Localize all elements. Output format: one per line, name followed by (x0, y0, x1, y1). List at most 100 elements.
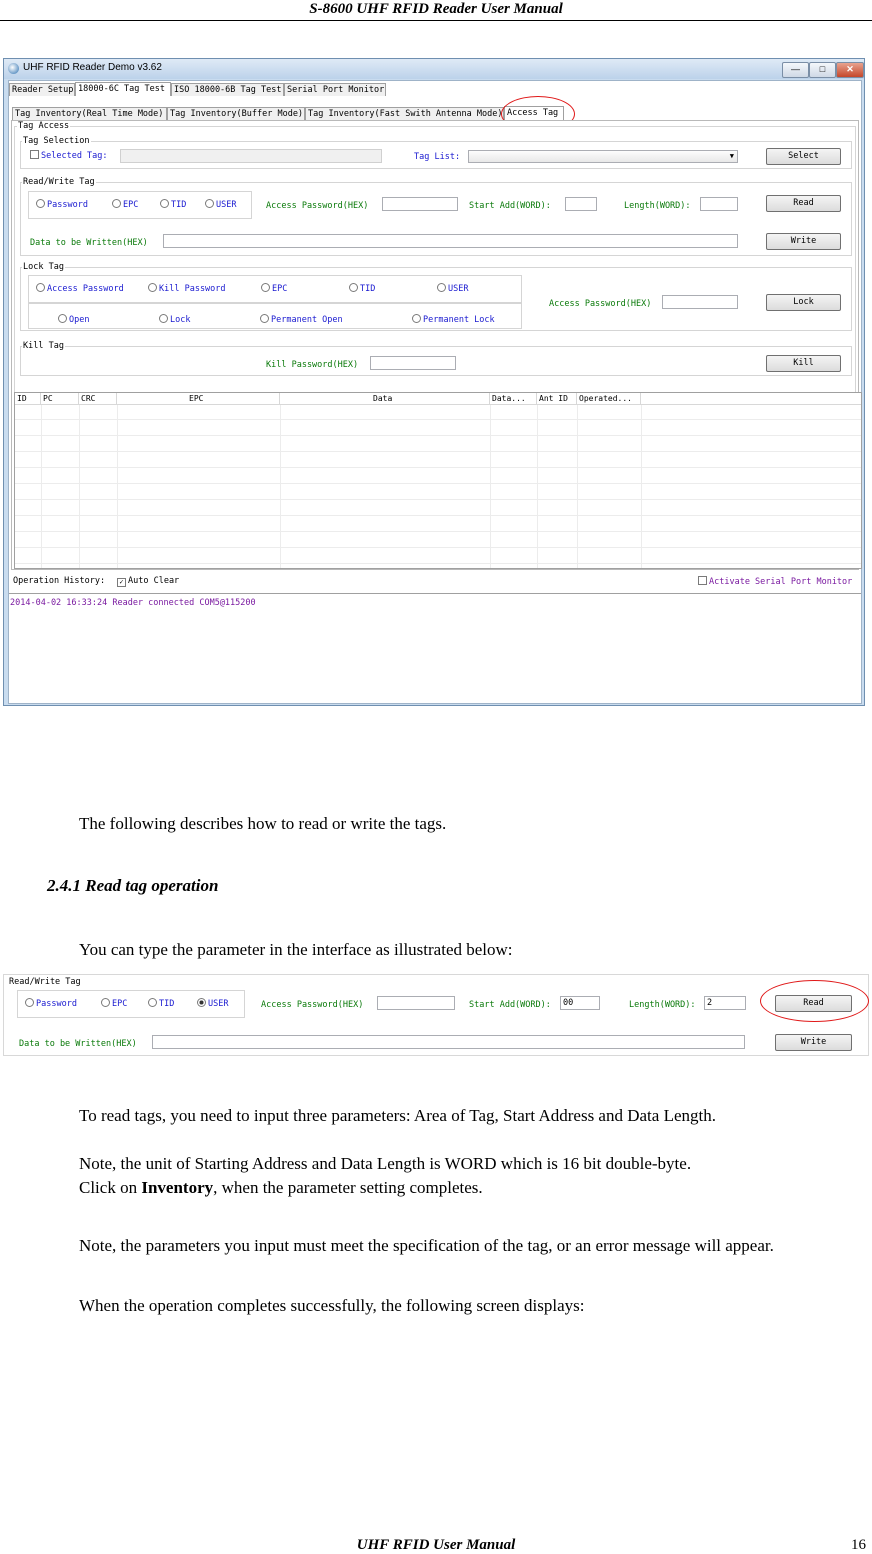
radio-icon (437, 283, 446, 292)
shot-radio-epc[interactable]: EPC (101, 998, 127, 1009)
lock-button[interactable]: Lock (766, 294, 841, 311)
tab-18000-6c[interactable]: 18000-6C Tag Test (75, 82, 171, 96)
results-table: ID PC CRC EPC Data Data... Ant ID Operat… (14, 392, 862, 569)
auto-clear-checkbox[interactable]: ✓ Auto Clear (117, 576, 179, 587)
window-title: UHF RFID Reader Demo v3.62 (23, 62, 162, 73)
paragraph: To read tags, you need to input three pa… (79, 1106, 716, 1125)
radio-lock-access-password[interactable]: Access Password (36, 283, 124, 294)
rw-access-password-label: Access Password(HEX) (266, 201, 369, 211)
radio-icon (101, 998, 110, 1007)
tab-reader-setup[interactable]: Reader Setup (9, 83, 75, 96)
kill-button[interactable]: Kill (766, 355, 841, 372)
column-header[interactable]: EPC (117, 393, 280, 405)
radio-icon (112, 199, 121, 208)
close-button[interactable]: ✕ (836, 62, 864, 78)
select-button[interactable]: Select (766, 148, 841, 165)
tab-inventory-realtime[interactable]: Tag Inventory(Real Time Mode) (12, 107, 167, 120)
shot-radio-password[interactable]: Password (25, 998, 77, 1009)
radio-lock[interactable]: Lock (159, 314, 190, 325)
rw-access-password-input[interactable] (382, 197, 458, 211)
shot-access-password-label: Access Password(HEX) (261, 1000, 364, 1010)
column-header[interactable]: ID (15, 393, 41, 405)
radio-selected-icon (197, 998, 206, 1007)
title-bar: UHF RFID Reader Demo v3.62 — □ ✕ (4, 59, 864, 79)
shot-data-to-write-label: Data to be Written(HEX) (19, 1039, 137, 1049)
radio-icon (58, 314, 67, 323)
column-header[interactable]: CRC (79, 393, 117, 405)
radio-permanent-lock[interactable]: Permanent Lock (412, 314, 495, 325)
minimize-button[interactable]: — (782, 62, 809, 78)
auto-clear-label: Auto Clear (128, 576, 180, 586)
shot-start-add-label: Start Add(WORD): (469, 1000, 551, 1010)
tab-inventory-fast[interactable]: Tag Inventory(Fast Swith Antenna Mode) (305, 107, 504, 120)
radio-icon (412, 314, 421, 323)
page-header: S-8600 UHF RFID Reader User Manual (0, 0, 872, 21)
radio-password[interactable]: Password (36, 199, 88, 210)
radio-lock-kill-password[interactable]: Kill Password (148, 283, 226, 294)
length-label: Length(WORD): (624, 201, 691, 211)
data-to-write-input[interactable] (163, 234, 738, 248)
read-button[interactable]: Read (766, 195, 841, 212)
tag-list-select[interactable]: ▼ (468, 150, 738, 163)
paragraph: Click on Inventory, when the parameter s… (79, 1176, 483, 1200)
maximize-button[interactable]: □ (809, 62, 836, 78)
radio-lock-tid[interactable]: TID (349, 283, 375, 294)
history-log[interactable]: 2014-04-02 16:33:24 Reader connected COM… (9, 593, 861, 704)
history-label: Operation History: (13, 576, 106, 586)
radio-icon (349, 283, 358, 292)
column-header[interactable]: Data... (490, 393, 537, 405)
radio-permanent-open[interactable]: Permanent Open (260, 314, 343, 325)
tab-iso-18000-6b[interactable]: ISO 18000-6B Tag Test (171, 83, 284, 96)
inventory-keyword: Inventory (141, 1178, 214, 1197)
shot-radio-tid[interactable]: TID (148, 998, 174, 1009)
column-header[interactable]: Operated... (577, 393, 641, 405)
kill-tag-label: Kill Tag (22, 341, 65, 351)
radio-lock-tid-label: TID (360, 284, 376, 294)
radio-open-label: Open (69, 315, 90, 325)
column-header[interactable]: Data (280, 393, 490, 405)
app-window: UHF RFID Reader Demo v3.62 — □ ✕ Reader … (3, 58, 865, 706)
shot-radio-user-label: USER (208, 999, 229, 1009)
radio-icon (25, 998, 34, 1007)
column-header[interactable]: PC (41, 393, 79, 405)
start-add-input[interactable] (565, 197, 597, 211)
tab-serial-monitor[interactable]: Serial Port Monitor (284, 83, 386, 96)
radio-user[interactable]: USER (205, 199, 236, 210)
client-area: Reader Setup 18000-6C Tag Test ISO 18000… (8, 80, 862, 704)
radio-tid[interactable]: TID (160, 199, 186, 210)
tag-selection-label: Tag Selection (22, 136, 91, 146)
radio-lock-user[interactable]: USER (437, 283, 468, 294)
lock-tag-label: Lock Tag (22, 262, 65, 272)
radio-lock-epc-label: EPC (272, 284, 288, 294)
shot-write-button[interactable]: Write (775, 1034, 852, 1051)
shot-data-to-write-input[interactable] (152, 1035, 745, 1049)
radio-icon (159, 314, 168, 323)
chevron-down-icon: ▼ (729, 152, 734, 160)
column-header[interactable]: Ant ID (537, 393, 577, 405)
shot-length-input[interactable]: 2 (704, 996, 746, 1010)
radio-icon (260, 314, 269, 323)
shot-start-add-input[interactable]: 00 (560, 996, 600, 1010)
selected-tag-checkbox[interactable]: Selected Tag: (30, 150, 108, 161)
log-line: 2014-04-02 16:33:24 Reader connected COM… (10, 598, 256, 608)
shot-radio-epc-label: EPC (112, 999, 128, 1009)
tab-inventory-buffer[interactable]: Tag Inventory(Buffer Mode) (167, 107, 305, 120)
serial-monitor-checkbox[interactable]: Activate Serial Port Monitor (698, 576, 852, 587)
selected-tag-field[interactable] (120, 149, 382, 163)
shot-radio-user[interactable]: USER (197, 998, 228, 1009)
radio-password-label: Password (47, 200, 88, 210)
app-icon (8, 63, 19, 74)
checkbox-icon (698, 576, 707, 585)
write-button[interactable]: Write (766, 233, 841, 250)
shot-access-password-input[interactable] (377, 996, 455, 1010)
read-highlight-circle (760, 980, 869, 1022)
radio-lock-epc[interactable]: EPC (261, 283, 287, 294)
radio-open[interactable]: Open (58, 314, 89, 325)
shot-rw-label: Read/Write Tag (9, 977, 81, 987)
kill-password-input[interactable] (370, 356, 456, 370)
lock-access-password-input[interactable] (662, 295, 738, 309)
radio-icon (261, 283, 270, 292)
radio-permanent-lock-label: Permanent Lock (423, 315, 495, 325)
radio-epc[interactable]: EPC (112, 199, 138, 210)
length-input[interactable] (700, 197, 738, 211)
